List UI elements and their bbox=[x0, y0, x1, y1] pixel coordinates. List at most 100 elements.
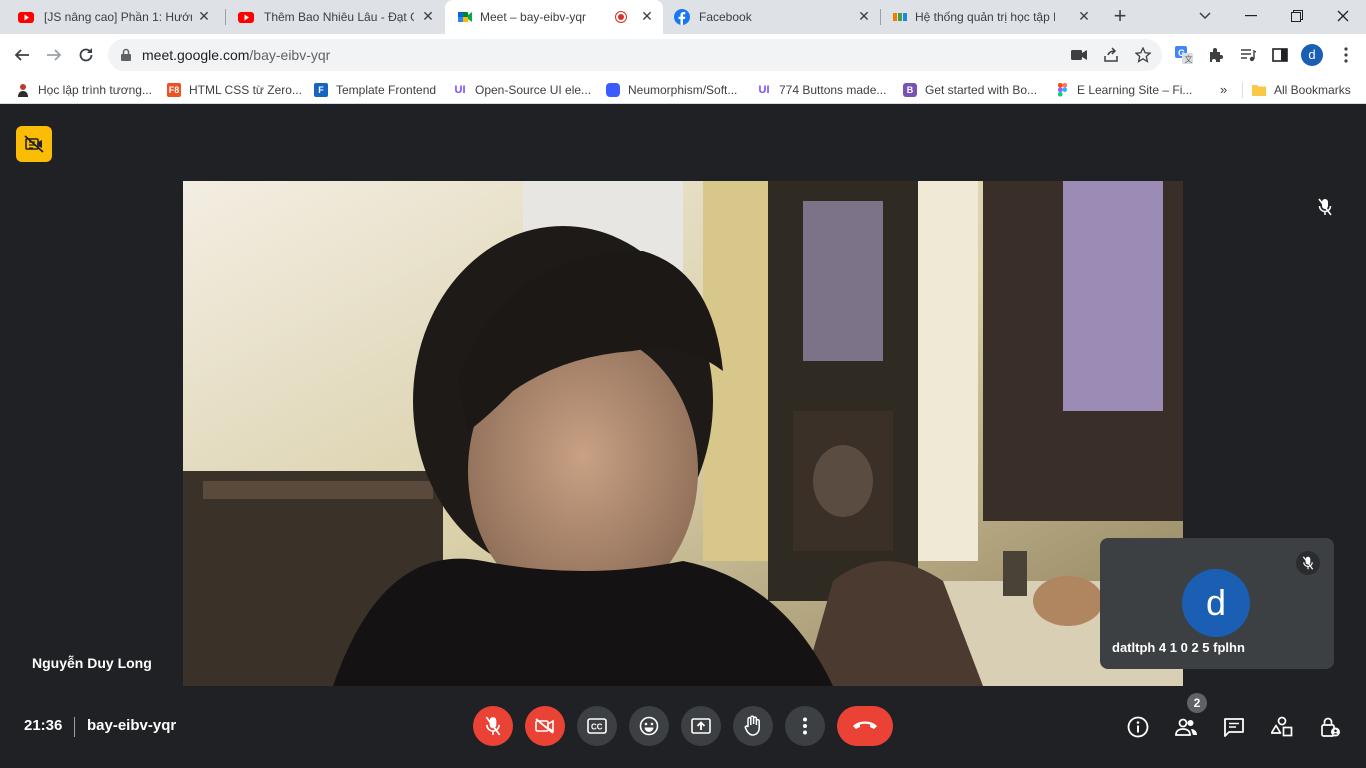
bookmark-label: Học lập trình tương... bbox=[38, 82, 152, 97]
toggle-camera-button[interactable] bbox=[525, 706, 565, 746]
tab-title: Facebook bbox=[699, 10, 752, 24]
bookmarks-divider bbox=[1242, 82, 1243, 98]
meeting-code: bay-eibv-yqr bbox=[87, 717, 177, 734]
mic-muted-icon bbox=[1314, 196, 1336, 218]
bookmark-item[interactable]: E Learning Site – Fi... bbox=[1055, 76, 1192, 103]
captions-button[interactable]: CC bbox=[577, 706, 617, 746]
info-icon bbox=[1127, 716, 1149, 738]
bookmark-label: 774 Buttons made... bbox=[779, 82, 887, 97]
close-tab-icon[interactable]: ✕ bbox=[420, 8, 436, 24]
new-tab-icon[interactable]: + bbox=[1108, 5, 1132, 29]
toggle-microphone-button[interactable] bbox=[473, 706, 513, 746]
f8-logo-icon: F8 bbox=[167, 82, 181, 97]
mic-off-icon bbox=[485, 716, 501, 736]
address-bar[interactable]: meet.google.com/bay-eibv-yqr bbox=[108, 39, 1162, 71]
minimize-icon[interactable] bbox=[1228, 0, 1274, 32]
bookmark-star-icon[interactable] bbox=[1134, 46, 1152, 64]
profile-avatar[interactable]: d bbox=[1301, 44, 1323, 66]
lock-icon bbox=[121, 48, 131, 61]
uiverse-icon: UI bbox=[454, 83, 466, 96]
url-path: /bay-eibv-yqr bbox=[249, 47, 331, 63]
tab-them-bao-nhieu-lau[interactable]: Thêm Bao Nhiêu Lâu - Đạt G ✕ bbox=[220, 0, 442, 34]
share-icon[interactable] bbox=[1102, 46, 1120, 64]
close-tab-icon[interactable]: ✕ bbox=[1076, 8, 1092, 24]
bookmarks-overflow-button[interactable]: » bbox=[1220, 82, 1227, 97]
bookmark-label: Neumorphism/Soft... bbox=[628, 82, 738, 97]
close-tab-icon[interactable]: ✕ bbox=[639, 8, 655, 24]
people-icon bbox=[1175, 718, 1197, 736]
svg-text:CC: CC bbox=[591, 723, 603, 732]
bookmark-label: Open-Source UI ele... bbox=[475, 82, 592, 97]
bookmark-item[interactable]: F Template Frontend bbox=[314, 76, 436, 103]
more-options-button[interactable] bbox=[785, 706, 825, 746]
host-controls-button[interactable] bbox=[1317, 714, 1343, 740]
close-tab-icon[interactable]: ✕ bbox=[196, 8, 212, 24]
figma-icon bbox=[1055, 82, 1069, 97]
more-vert-icon bbox=[803, 717, 807, 735]
mic-muted-icon bbox=[1296, 551, 1320, 575]
all-bookmarks-folder[interactable]: All Bookmarks bbox=[1252, 76, 1351, 103]
video-frame bbox=[183, 181, 1183, 686]
tab-title: Thêm Bao Nhiêu Lâu - Đạt G bbox=[264, 10, 414, 24]
chat-button[interactable] bbox=[1221, 714, 1247, 740]
present-screen-button[interactable] bbox=[681, 706, 721, 746]
bookmark-item[interactable]: Học lập trình tương... bbox=[16, 76, 152, 103]
google-meet-icon bbox=[458, 12, 472, 22]
neumorphism-icon bbox=[606, 82, 620, 97]
people-button[interactable] bbox=[1173, 714, 1199, 740]
bookmark-item[interactable]: F8 HTML CSS từ Zero... bbox=[167, 76, 302, 103]
chat-icon bbox=[1224, 718, 1244, 737]
close-tab-icon[interactable]: ✕ bbox=[856, 8, 872, 24]
bookmark-item[interactable]: UI Open-Source UI ele... bbox=[453, 76, 592, 103]
hang-up-icon bbox=[853, 721, 877, 729]
reactions-button[interactable] bbox=[629, 706, 669, 746]
kebab-menu-icon[interactable] bbox=[1335, 44, 1357, 66]
leave-call-button[interactable] bbox=[837, 706, 893, 746]
tab-meet[interactable]: Meet – bay-eibv-yqr ✕ bbox=[445, 0, 663, 34]
camera-in-use-icon[interactable] bbox=[1070, 46, 1088, 64]
close-window-icon[interactable] bbox=[1320, 0, 1366, 32]
bookmark-item[interactable]: Neumorphism/Soft... bbox=[606, 76, 737, 103]
meeting-clock: 21:36 bbox=[24, 717, 63, 734]
forward-arrow-icon[interactable] bbox=[42, 43, 66, 67]
self-avatar: d bbox=[1182, 569, 1250, 637]
google-translate-icon[interactable]: G文 bbox=[1173, 44, 1195, 66]
closed-captions-icon: CC bbox=[587, 718, 607, 734]
browser-toolbar: meet.google.com/bay-eibv-yqr G文 d bbox=[0, 34, 1366, 76]
self-preview-tile[interactable]: d datltph 4 1 0 2 5 fplhn bbox=[1100, 538, 1334, 669]
bookmark-label: All Bookmarks bbox=[1274, 82, 1351, 97]
tab-he-thong-quan-tri[interactable]: Hệ thống quản trị học tập F ✕ bbox=[880, 0, 1098, 34]
extensions-puzzle-icon[interactable] bbox=[1205, 44, 1227, 66]
reload-icon[interactable] bbox=[74, 43, 98, 67]
recording-icon bbox=[615, 11, 627, 23]
tab-search-icon[interactable] bbox=[1182, 0, 1228, 32]
side-panel-icon[interactable] bbox=[1269, 44, 1291, 66]
tab-title: [JS nâng cao] Phần 1: Hướng bbox=[44, 10, 192, 24]
bootstrap-icon: B bbox=[903, 82, 917, 97]
tab-title: Meet – bay-eibv-yqr bbox=[480, 10, 587, 24]
lms-icon bbox=[893, 13, 907, 21]
restore-icon[interactable] bbox=[1274, 0, 1320, 32]
media-controls-icon[interactable] bbox=[1237, 44, 1259, 66]
participant-video bbox=[183, 181, 1183, 686]
emoji-icon bbox=[639, 716, 659, 736]
url-text: meet.google.com/bay-eibv-yqr bbox=[142, 47, 330, 63]
bookmark-item[interactable]: B Get started with Bo... bbox=[903, 76, 1037, 103]
facebook-icon bbox=[674, 9, 690, 25]
camera-blocked-badge[interactable] bbox=[16, 126, 52, 162]
tab-js-nang-cao[interactable]: [JS nâng cao] Phần 1: Hướng ✕ bbox=[0, 0, 224, 34]
raise-hand-button[interactable] bbox=[733, 706, 773, 746]
bookmark-item[interactable]: UI 774 Buttons made... bbox=[757, 76, 887, 103]
bookmark-label: HTML CSS từ Zero... bbox=[189, 82, 302, 97]
bookmark-label: Template Frontend bbox=[336, 82, 437, 97]
lock-person-icon bbox=[1321, 717, 1340, 737]
tab-facebook[interactable]: Facebook ✕ bbox=[663, 0, 881, 34]
tab-title: Hệ thống quản trị học tập F bbox=[915, 10, 1055, 24]
activities-button[interactable] bbox=[1269, 714, 1295, 740]
camera-off-icon bbox=[24, 135, 44, 153]
youtube-icon bbox=[18, 12, 34, 23]
back-arrow-icon[interactable] bbox=[10, 43, 34, 67]
meeting-details-button[interactable] bbox=[1125, 714, 1151, 740]
uiverse-icon: UI bbox=[758, 83, 770, 96]
clock-divider bbox=[74, 717, 75, 737]
